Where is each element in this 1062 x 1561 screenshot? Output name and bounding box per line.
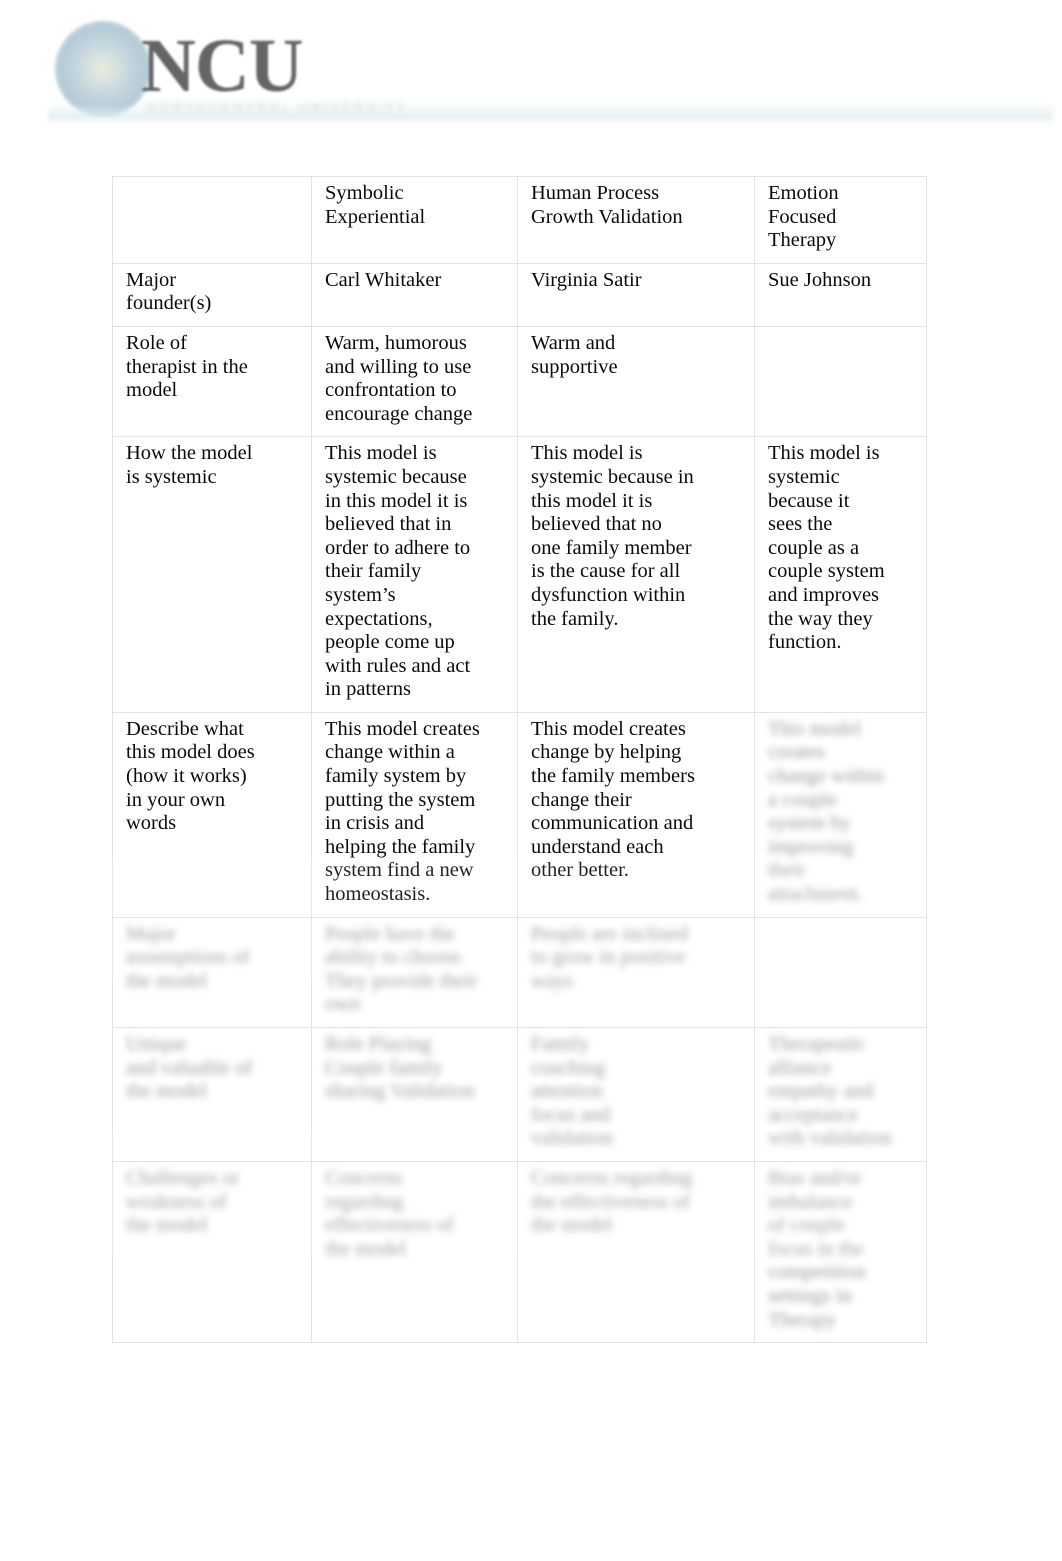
cell-text: This model creates change within a famil…: [325, 717, 480, 906]
cell-text: Major founder(s): [126, 268, 212, 315]
cell-text: This model is systemic because it sees t…: [768, 442, 885, 654]
table-row-role-of-therapist: Role of therapist in the model Warm, hum…: [112, 325, 927, 438]
cell-text: This model creates change within a coupl…: [768, 717, 884, 906]
cell-challenges-eft: Bias and/or imbalance of couple focus in…: [754, 1160, 927, 1344]
cell-unique-aspects-human-process: Family coaching attention focus and vali…: [517, 1027, 755, 1162]
document-header: NCU NORTHCENTRAL UNIVERSITY: [0, 0, 1062, 135]
ncu-wordmark: NCU: [141, 24, 304, 108]
cell-challenges-human-process: Concerns regarding the effectiveness of …: [517, 1160, 755, 1344]
cell-header-human-process-growth-validation: Human Process Growth Validation: [517, 176, 755, 264]
cell-label-unique-aspects: Unique and valuable of the model: [112, 1027, 312, 1162]
cell-text: Role of therapist in the model: [126, 331, 248, 402]
cell-unique-aspects-eft: Therapeutic alliance empathy and accepta…: [754, 1027, 927, 1162]
cell-label-describe-model: Describe what this model does (how it wo…: [112, 711, 312, 918]
cell-text: Symbolic Experiential: [325, 182, 426, 228]
table-row-unique-aspects: Unique and valuable of the model Role Pl…: [112, 1027, 927, 1162]
cell-describe-model-human-process: This model creates change by helping the…: [517, 711, 755, 918]
header-divider-band: [48, 104, 1053, 126]
cell-label-major-founders: Major founder(s): [112, 262, 312, 327]
cell-text: This model is systemic because in this m…: [325, 442, 471, 701]
comparison-table-wrapper: Symbolic Experiential Human Process Grow…: [112, 176, 927, 1344]
cell-text: Concerns regarding the effectiveness of …: [531, 1166, 693, 1237]
cell-text: Concerns regarding effectiveness of the …: [325, 1166, 454, 1260]
cell-text: Warm and supportive: [531, 331, 618, 378]
cell-text: Role Playing Couple family sharing Valid…: [325, 1033, 475, 1103]
cell-text: People have the ability to choose. They …: [325, 922, 478, 1016]
cell-major-assumptions-symbolic: People have the ability to choose. They …: [311, 916, 518, 1029]
cell-text: Unique and valuable of the model: [126, 1033, 253, 1103]
table-row-how-systemic: How the model is systemic This model is …: [112, 436, 927, 713]
cell-challenges-symbolic: Concerns regarding effectiveness of the …: [311, 1160, 518, 1344]
cell-text: Major assumptions of the model: [126, 922, 250, 992]
cell-how-systemic-human-process: This model is systemic because in this m…: [517, 436, 755, 713]
table-row-header: Symbolic Experiential Human Process Grow…: [112, 176, 927, 264]
cell-header-emotion-focused-therapy: Emotion Focused Therapy: [754, 176, 927, 264]
cell-text: Virginia Satir: [531, 268, 642, 291]
cell-role-of-therapist-human-process: Warm and supportive: [517, 325, 755, 438]
cell-unique-aspects-symbolic: Role Playing Couple family sharing Valid…: [311, 1027, 518, 1162]
cell-text: Describe what this model does (how it wo…: [126, 717, 255, 835]
table-row-describe-model: Describe what this model does (how it wo…: [112, 711, 927, 918]
cell-label-major-assumptions: Major assumptions of the model: [112, 916, 312, 1029]
ncu-circle-logo-mark: [55, 21, 151, 117]
document-page: NCU NORTHCENTRAL UNIVERSITY Symbolic Exp…: [0, 0, 1062, 1561]
table-row-challenges: Challenges or weakness of the model Conc…: [112, 1160, 927, 1344]
cell-text: This model creates change by helping the…: [531, 717, 695, 882]
cell-how-systemic-symbolic: This model is systemic because in this m…: [311, 436, 518, 713]
family-therapy-models-table: Symbolic Experiential Human Process Grow…: [112, 176, 927, 1344]
cell-major-founders-eft: Sue Johnson: [754, 262, 927, 327]
table-body: Symbolic Experiential Human Process Grow…: [112, 176, 927, 1344]
cell-label-how-systemic: How the model is systemic: [112, 436, 312, 713]
cell-text: How the model is systemic: [126, 442, 253, 488]
cell-label-role-of-therapist: Role of therapist in the model: [112, 325, 312, 438]
ncu-logo: NCU NORTHCENTRAL UNIVERSITY: [55, 18, 405, 118]
cell-header-criteria: [112, 176, 312, 264]
cell-describe-model-symbolic: This model creates change within a famil…: [311, 711, 518, 918]
table-row-major-assumptions: Major assumptions of the model People ha…: [112, 916, 927, 1029]
cell-major-founders-symbolic: Carl Whitaker: [311, 262, 518, 327]
cell-text: People are inclined to grow in positive …: [531, 922, 689, 992]
cell-major-founders-human-process: Virginia Satir: [517, 262, 755, 327]
cell-role-of-therapist-eft: [754, 325, 927, 438]
cell-text: Carl Whitaker: [325, 268, 442, 291]
cell-describe-model-eft: This model creates change within a coupl…: [754, 711, 927, 918]
cell-role-of-therapist-symbolic: Warm, humorous and willing to use confro…: [311, 325, 518, 438]
cell-text: Therapeutic alliance empathy and accepta…: [768, 1033, 892, 1150]
cell-text: Human Process Growth Validation: [531, 182, 683, 228]
cell-text: Sue Johnson: [768, 268, 872, 291]
cell-header-symbolic-experiential: Symbolic Experiential: [311, 176, 518, 264]
cell-major-assumptions-human-process: People are inclined to grow in positive …: [517, 916, 755, 1029]
cell-major-assumptions-eft: [754, 916, 927, 1029]
cell-label-challenges: Challenges or weakness of the model: [112, 1160, 312, 1344]
cell-text: Warm, humorous and willing to use confro…: [325, 331, 473, 425]
cell-text: This model is systemic because in this m…: [531, 442, 694, 630]
cell-text: Family coaching attention focus and vali…: [531, 1033, 613, 1150]
cell-text: Bias and/or imbalance of couple focus in…: [768, 1166, 866, 1331]
table-row-major-founders: Major founder(s) Carl Whitaker Virginia …: [112, 262, 927, 327]
cell-how-systemic-eft: This model is systemic because it sees t…: [754, 436, 927, 713]
cell-text: Challenges or weakness of the model: [126, 1166, 240, 1237]
cell-text: Emotion Focused Therapy: [768, 182, 839, 252]
